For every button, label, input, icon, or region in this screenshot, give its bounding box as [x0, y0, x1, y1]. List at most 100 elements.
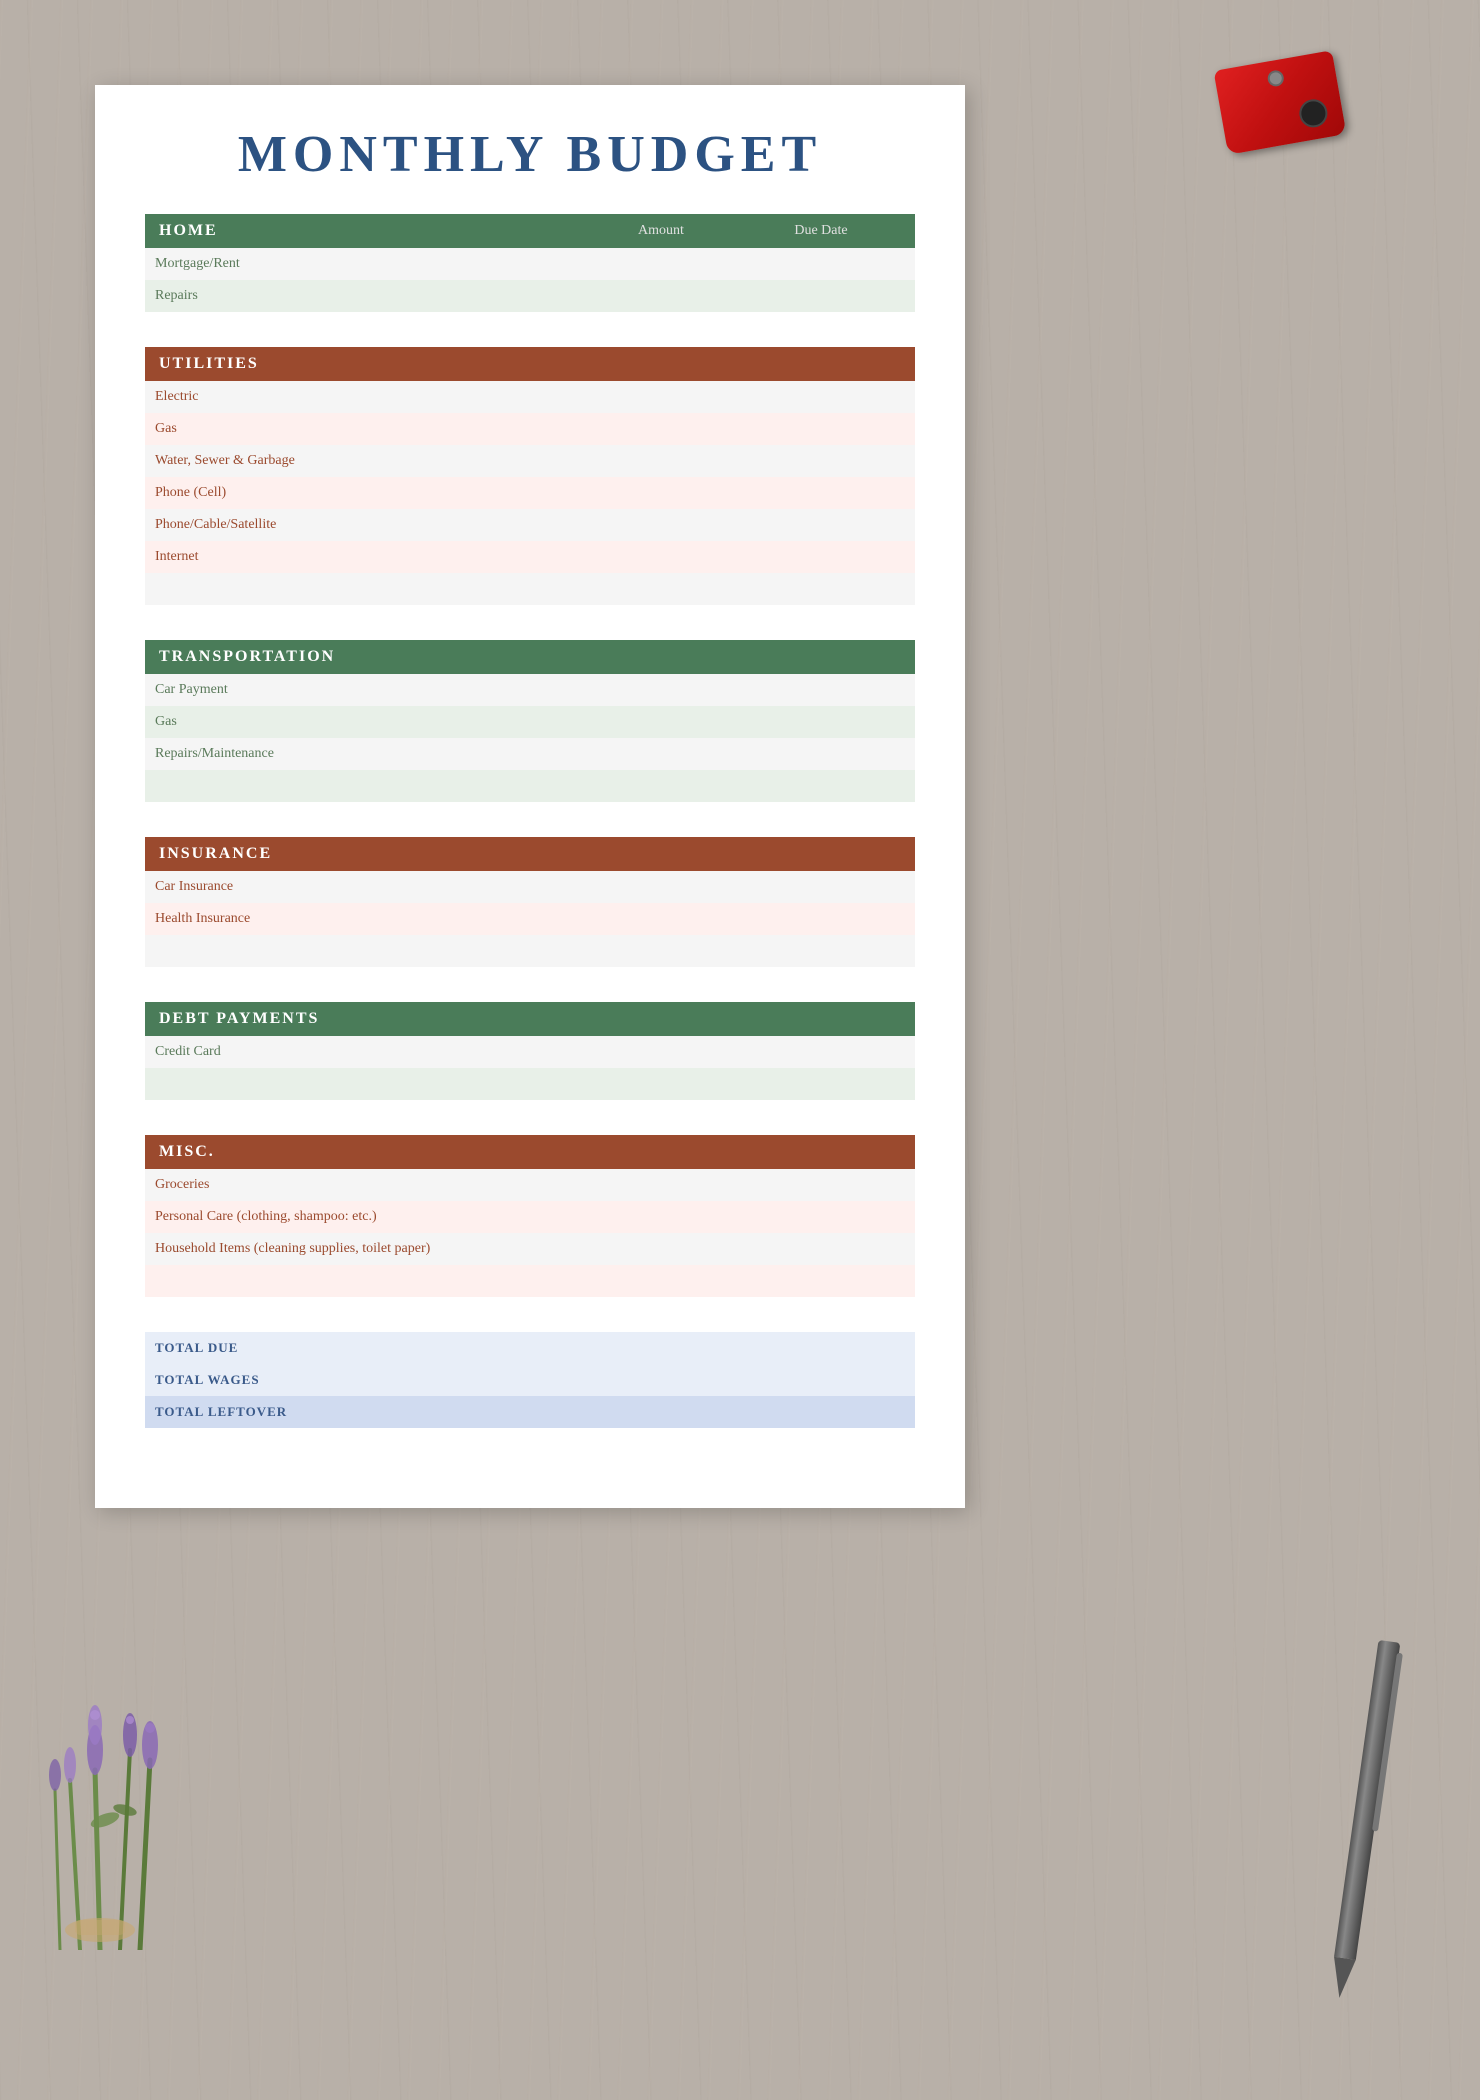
- duedate-input[interactable]: [731, 418, 908, 440]
- amount-input-cell[interactable]: [530, 770, 723, 802]
- amount-input[interactable]: [538, 418, 715, 440]
- duedate-input-cell[interactable]: [723, 1396, 916, 1428]
- duedate-input-cell[interactable]: [723, 674, 916, 706]
- amount-input-cell[interactable]: [530, 1233, 723, 1265]
- duedate-input-cell[interactable]: [723, 1332, 916, 1364]
- duedate-input-cell[interactable]: [723, 1068, 916, 1100]
- duedate-input-cell[interactable]: [723, 706, 916, 738]
- amount-input-cell[interactable]: [530, 1036, 723, 1068]
- amount-input[interactable]: [538, 940, 715, 962]
- amount-input[interactable]: [538, 578, 715, 600]
- amount-input-cell[interactable]: [530, 674, 723, 706]
- duedate-input-cell[interactable]: [723, 935, 916, 967]
- amount-input-cell[interactable]: [530, 871, 723, 903]
- amount-input-cell[interactable]: [530, 541, 723, 573]
- duedate-input[interactable]: [731, 1174, 908, 1196]
- amount-input-cell[interactable]: [530, 1332, 723, 1364]
- duedate-input[interactable]: [731, 1401, 908, 1423]
- duedate-input[interactable]: [731, 908, 908, 930]
- duedate-input[interactable]: [731, 546, 908, 568]
- duedate-input-cell[interactable]: [723, 573, 916, 605]
- amount-input-cell[interactable]: [530, 738, 723, 770]
- amount-input[interactable]: [538, 482, 715, 504]
- amount-input[interactable]: [538, 908, 715, 930]
- duedate-input[interactable]: [731, 253, 908, 275]
- duedate-input[interactable]: [731, 775, 908, 797]
- amount-input[interactable]: [538, 775, 715, 797]
- amount-input-cell[interactable]: [530, 903, 723, 935]
- duedate-input-cell[interactable]: [723, 445, 916, 477]
- duedate-input-cell[interactable]: [723, 1169, 916, 1201]
- amount-input[interactable]: [538, 876, 715, 898]
- amount-input[interactable]: [538, 1337, 715, 1359]
- duedate-input[interactable]: [731, 1270, 908, 1292]
- amount-input-cell[interactable]: [530, 445, 723, 477]
- duedate-input[interactable]: [731, 450, 908, 472]
- duedate-input-cell[interactable]: [723, 770, 916, 802]
- duedate-input[interactable]: [731, 1369, 908, 1391]
- duedate-input[interactable]: [731, 711, 908, 733]
- amount-input-cell[interactable]: [530, 1265, 723, 1297]
- duedate-input-cell[interactable]: [723, 381, 916, 413]
- amount-input[interactable]: [538, 514, 715, 536]
- amount-input-cell[interactable]: [530, 706, 723, 738]
- duedate-input[interactable]: [731, 386, 908, 408]
- duedate-input-cell[interactable]: [723, 1265, 916, 1297]
- amount-input-cell[interactable]: [530, 381, 723, 413]
- amount-input-cell[interactable]: [530, 413, 723, 445]
- duedate-input[interactable]: [731, 1238, 908, 1260]
- amount-input[interactable]: [538, 1238, 715, 1260]
- duedate-input-cell[interactable]: [723, 871, 916, 903]
- duedate-input[interactable]: [731, 285, 908, 307]
- amount-input[interactable]: [538, 743, 715, 765]
- amount-input-cell[interactable]: [530, 509, 723, 541]
- duedate-input[interactable]: [731, 1073, 908, 1095]
- duedate-input-cell[interactable]: [723, 1364, 916, 1396]
- amount-input[interactable]: [538, 450, 715, 472]
- duedate-input[interactable]: [731, 876, 908, 898]
- duedate-input-cell[interactable]: [723, 1233, 916, 1265]
- duedate-input[interactable]: [731, 1337, 908, 1359]
- amount-input-cell[interactable]: [530, 1068, 723, 1100]
- duedate-input[interactable]: [731, 743, 908, 765]
- duedate-input-cell[interactable]: [723, 1201, 916, 1233]
- duedate-input-cell[interactable]: [723, 738, 916, 770]
- duedate-input-cell[interactable]: [723, 280, 916, 312]
- duedate-input[interactable]: [731, 679, 908, 701]
- duedate-input-cell[interactable]: [723, 541, 916, 573]
- amount-input-cell[interactable]: [530, 1201, 723, 1233]
- amount-input-cell[interactable]: [530, 1364, 723, 1396]
- amount-input[interactable]: [538, 1073, 715, 1095]
- amount-input[interactable]: [538, 1206, 715, 1228]
- duedate-input-cell[interactable]: [723, 413, 916, 445]
- duedate-input[interactable]: [731, 482, 908, 504]
- duedate-input-cell[interactable]: [723, 477, 916, 509]
- duedate-input[interactable]: [731, 940, 908, 962]
- amount-input[interactable]: [538, 1174, 715, 1196]
- duedate-input[interactable]: [731, 578, 908, 600]
- duedate-input-cell[interactable]: [723, 509, 916, 541]
- amount-input-cell[interactable]: [530, 935, 723, 967]
- amount-input[interactable]: [538, 679, 715, 701]
- amount-input[interactable]: [538, 285, 715, 307]
- amount-input-cell[interactable]: [530, 573, 723, 605]
- amount-input-cell[interactable]: [530, 477, 723, 509]
- amount-input[interactable]: [538, 386, 715, 408]
- amount-input[interactable]: [538, 1041, 715, 1063]
- amount-input-cell[interactable]: [530, 1396, 723, 1428]
- duedate-input[interactable]: [731, 1206, 908, 1228]
- duedate-input-cell[interactable]: [723, 248, 916, 280]
- amount-input[interactable]: [538, 253, 715, 275]
- duedate-input[interactable]: [731, 514, 908, 536]
- amount-input[interactable]: [538, 1369, 715, 1391]
- amount-input[interactable]: [538, 546, 715, 568]
- duedate-input-cell[interactable]: [723, 1036, 916, 1068]
- amount-input[interactable]: [538, 1270, 715, 1292]
- amount-input-cell[interactable]: [530, 1169, 723, 1201]
- duedate-input-cell[interactable]: [723, 903, 916, 935]
- amount-input-cell[interactable]: [530, 248, 723, 280]
- amount-input-cell[interactable]: [530, 280, 723, 312]
- duedate-input[interactable]: [731, 1041, 908, 1063]
- amount-input[interactable]: [538, 711, 715, 733]
- amount-input[interactable]: [538, 1401, 715, 1423]
